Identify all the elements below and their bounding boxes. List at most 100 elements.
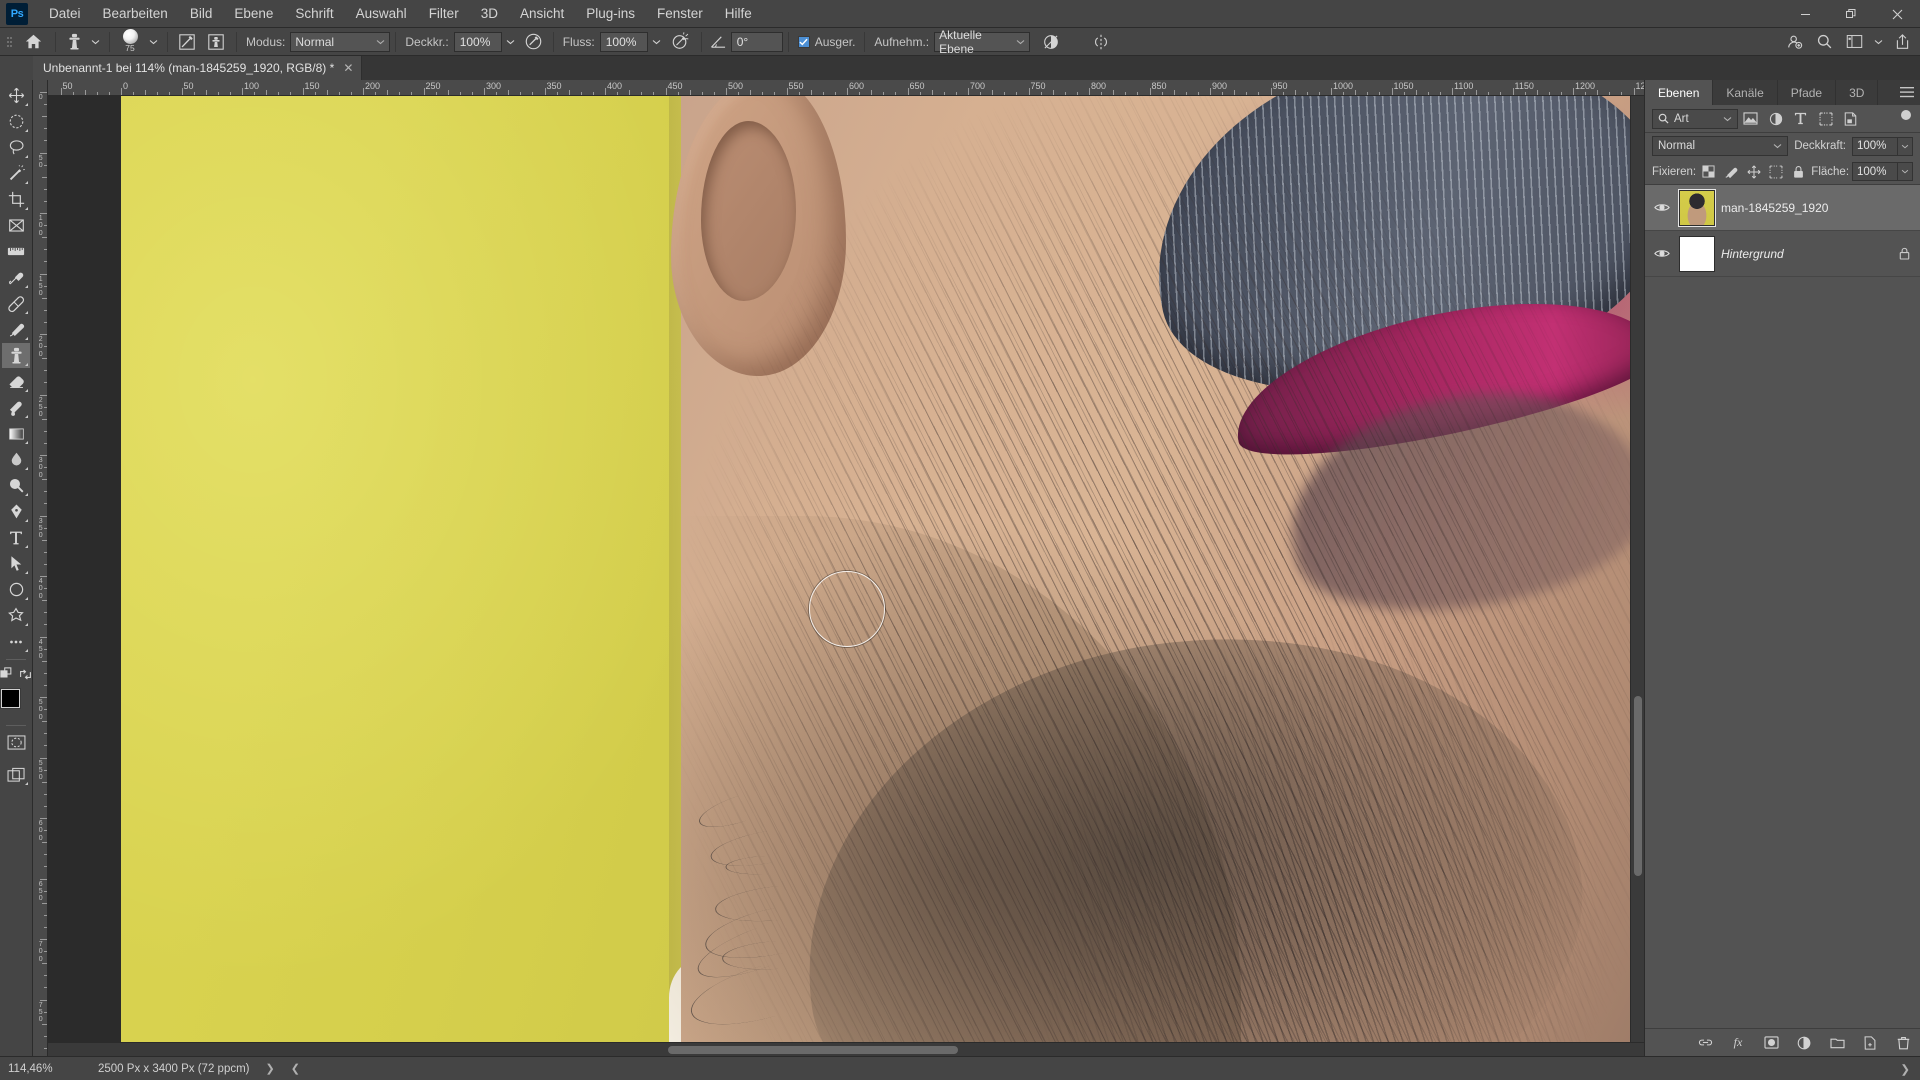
healing-brush-tool[interactable] (2, 291, 30, 316)
lock-transparent-pixels-icon[interactable] (1699, 162, 1718, 182)
layer-thumbnail[interactable] (1678, 188, 1716, 227)
ruler-measure-tool[interactable] (2, 239, 30, 264)
document-dimensions[interactable]: 2500 Px x 3400 Px (72 ppcm) (98, 1063, 250, 1075)
options-bar-grip[interactable] (2, 28, 16, 56)
lock-all-icon[interactable] (1789, 162, 1808, 182)
close-button[interactable] (1874, 0, 1920, 28)
layer-style-icon[interactable]: fx (1727, 1032, 1749, 1054)
table-row[interactable]: Hintergrund (1645, 231, 1920, 277)
workspace-switcher-icon[interactable] (1840, 30, 1868, 54)
tab-pfade[interactable]: Pfade (1777, 80, 1837, 105)
menu-bild[interactable]: Bild (179, 1, 224, 26)
adjustment-layer-filter-icon[interactable] (1763, 108, 1788, 130)
status-collapse-icon[interactable]: ❮ (291, 1062, 300, 1075)
new-fill-adjustment-icon[interactable] (1793, 1032, 1815, 1054)
aligned-checkbox[interactable]: Ausger. (794, 35, 860, 49)
canvas-vertical-scrollbar[interactable] (1630, 96, 1644, 1042)
lock-position-icon[interactable] (1744, 162, 1763, 182)
more-tools[interactable] (2, 629, 30, 654)
lock-artboard-nesting-icon[interactable] (1766, 162, 1785, 182)
menu-schrift[interactable]: Schrift (284, 1, 344, 26)
brush-preset-picker[interactable]: 75 (115, 29, 145, 55)
eraser-tool[interactable] (2, 369, 30, 394)
blend-mode-select[interactable]: Normal (290, 31, 391, 52)
search-icon[interactable] (1810, 30, 1838, 54)
dodge-tool[interactable] (2, 473, 30, 498)
brush-settings-panel-icon[interactable] (173, 31, 201, 53)
chevron-down-icon[interactable] (1898, 162, 1914, 181)
brush-angle-input[interactable]: 0° (730, 31, 783, 52)
layer-opacity-control[interactable]: 100% (1852, 136, 1913, 156)
gradient-swatch-tool[interactable] (2, 421, 30, 446)
restore-button[interactable] (1828, 0, 1874, 28)
flow-caret-icon[interactable] (648, 31, 666, 53)
delete-layer-icon[interactable] (1892, 1032, 1914, 1054)
table-row[interactable]: man-1845259_1920 (1645, 185, 1920, 231)
type-tool[interactable] (2, 525, 30, 550)
chevron-down-icon[interactable] (1898, 136, 1913, 156)
menu-ebene[interactable]: Ebene (223, 1, 284, 26)
magic-wand-tool[interactable] (2, 161, 30, 186)
marquee-tool[interactable] (2, 109, 30, 134)
menu-hilfe[interactable]: Hilfe (714, 1, 763, 26)
pressure-opacity-icon[interactable] (520, 31, 548, 53)
canvas-horizontal-scroll-thumb[interactable] (668, 1045, 958, 1054)
menu-3d[interactable]: 3D (470, 1, 509, 26)
brush-tool[interactable] (2, 317, 30, 342)
status-expand-icon[interactable]: ❯ (266, 1062, 275, 1075)
tab-kanaele[interactable]: Kanäle (1713, 80, 1778, 105)
custom-shape-tool[interactable] (2, 603, 30, 628)
clone-source-panel-icon[interactable] (201, 31, 231, 53)
layer-name[interactable]: Hintergrund (1721, 247, 1893, 261)
smart-object-filter-icon[interactable] (1838, 108, 1863, 130)
menu-datei[interactable]: Datei (38, 1, 92, 26)
layer-thumbnail[interactable] (1679, 235, 1715, 272)
frame-tool[interactable] (2, 213, 30, 238)
document-image[interactable] (121, 96, 1630, 1042)
path-selection-tool[interactable] (2, 551, 30, 576)
layer-visibility-toggle[interactable] (1651, 202, 1673, 213)
home-icon[interactable] (16, 31, 50, 53)
eyedropper-tool[interactable] (2, 265, 30, 290)
canvas-vertical-scroll-thumb[interactable] (1634, 696, 1642, 876)
tab-3d[interactable]: 3D (1836, 80, 1879, 105)
zoom-level[interactable]: 114,46% (8, 1063, 80, 1075)
menu-ansicht[interactable]: Ansicht (509, 1, 575, 26)
airbrush-icon[interactable] (666, 31, 696, 53)
workspace-caret-icon[interactable] (1870, 30, 1886, 54)
layer-list[interactable]: man-1845259_1920 Hintergrund (1645, 185, 1920, 1028)
type-layer-filter-icon[interactable] (1788, 108, 1813, 130)
layer-name[interactable]: man-1845259_1920 (1721, 201, 1914, 215)
brush-picker-caret-icon[interactable] (145, 31, 162, 53)
layer-opacity-input[interactable]: 100% (1852, 136, 1898, 156)
canvas-horizontal-scrollbar[interactable] (48, 1042, 1644, 1056)
ellipse-tool[interactable] (2, 577, 30, 602)
lock-icon[interactable] (1899, 247, 1910, 260)
lock-image-pixels-icon[interactable] (1722, 162, 1741, 182)
shape-layer-filter-icon[interactable] (1813, 108, 1838, 130)
layer-fill-control[interactable]: 100% (1852, 162, 1914, 181)
close-icon[interactable]: ✕ (343, 62, 353, 74)
vertical-ruler[interactable]: 0 50 100 150 200 250 300 350 400 450 500 550 600 650 7… (33, 80, 48, 1056)
symmetry-icon[interactable] (1086, 31, 1116, 53)
layer-filter-toggle[interactable] (1899, 109, 1913, 129)
clone-stamp-icon[interactable] (61, 31, 87, 53)
opacity-input[interactable]: 100% (453, 31, 502, 52)
link-layers-icon[interactable] (1694, 1032, 1716, 1054)
layer-mask-icon[interactable] (1760, 1032, 1782, 1054)
layer-visibility-toggle[interactable] (1651, 248, 1673, 259)
canvas-area[interactable] (48, 96, 1630, 1042)
layer-filter-kind-select[interactable]: Art (1652, 108, 1738, 129)
share-export-icon[interactable] (1888, 30, 1916, 54)
layer-blend-mode-select[interactable]: Normal (1652, 136, 1789, 156)
ignore-adjustment-layers-icon[interactable] (1036, 31, 1066, 53)
menu-auswahl[interactable]: Auswahl (345, 1, 418, 26)
quick-mask-icon[interactable] (2, 730, 30, 755)
new-group-icon[interactable] (1826, 1032, 1848, 1054)
sample-source-select[interactable]: Aktuelle Ebene (934, 28, 1031, 56)
horizontal-ruler[interactable]: 50 0 50 100 150 200 250 300 350 400 450 500 550 600 65… (48, 80, 1644, 96)
clone-stamp-tool[interactable] (2, 343, 30, 368)
edit-toolbar-icon[interactable] (0, 664, 14, 684)
new-layer-icon[interactable] (1859, 1032, 1881, 1054)
blur-tool[interactable] (2, 447, 30, 472)
